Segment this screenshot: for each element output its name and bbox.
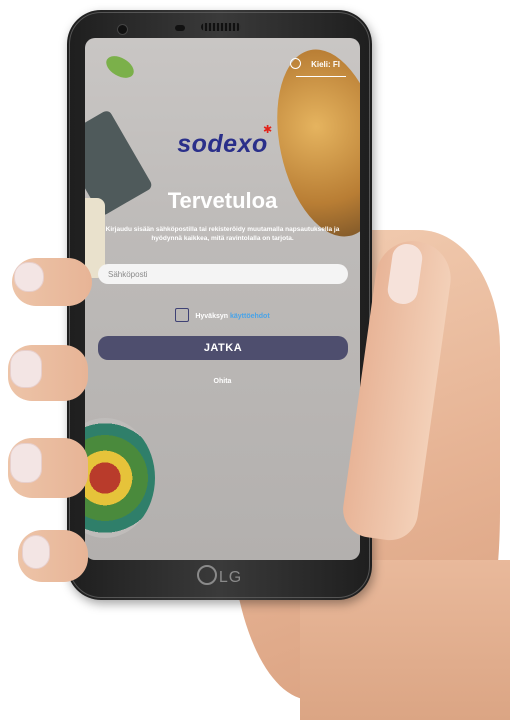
logo-star-icon: ✱ [263, 124, 273, 136]
fingernail [10, 350, 42, 388]
device-brand-label: LG [218, 569, 243, 586]
sensor-icon [175, 25, 185, 31]
welcome-title: Tervetuloa [167, 188, 278, 213]
terms-link[interactable]: käyttöehdot [230, 313, 270, 320]
accept-terms-row: Hyväksyn käyttöehdot [85, 308, 360, 322]
email-input[interactable] [98, 264, 348, 284]
language-underline [296, 76, 346, 77]
speaker-grille-icon [201, 23, 241, 31]
continue-button[interactable]: JATKA [98, 336, 348, 360]
globe-icon [290, 58, 302, 69]
fingernail [22, 535, 50, 569]
lg-logo-icon [196, 565, 217, 585]
accept-terms-checkbox[interactable] [175, 308, 190, 322]
food-decoration-bowl [85, 418, 155, 538]
fingernail [10, 443, 42, 483]
device-brand-logo: LG [67, 565, 372, 587]
accept-terms-label: Hyväksyn [195, 313, 229, 320]
language-selector[interactable]: Kieli: FI [290, 58, 340, 69]
app-screen: Kieli: FI sodexo ✱ Tervetuloa Kirjaudu s… [85, 38, 360, 560]
food-decoration-leaf [102, 51, 138, 83]
front-camera-icon [117, 24, 128, 35]
skip-link[interactable]: Ohita [85, 378, 360, 385]
sodexo-logo: sodexo [177, 130, 268, 158]
welcome-subtitle: Kirjaudu sisään sähköpostilla tai rekist… [105, 226, 340, 242]
fingernail [14, 262, 44, 292]
language-label: Kieli: FI [311, 60, 340, 69]
